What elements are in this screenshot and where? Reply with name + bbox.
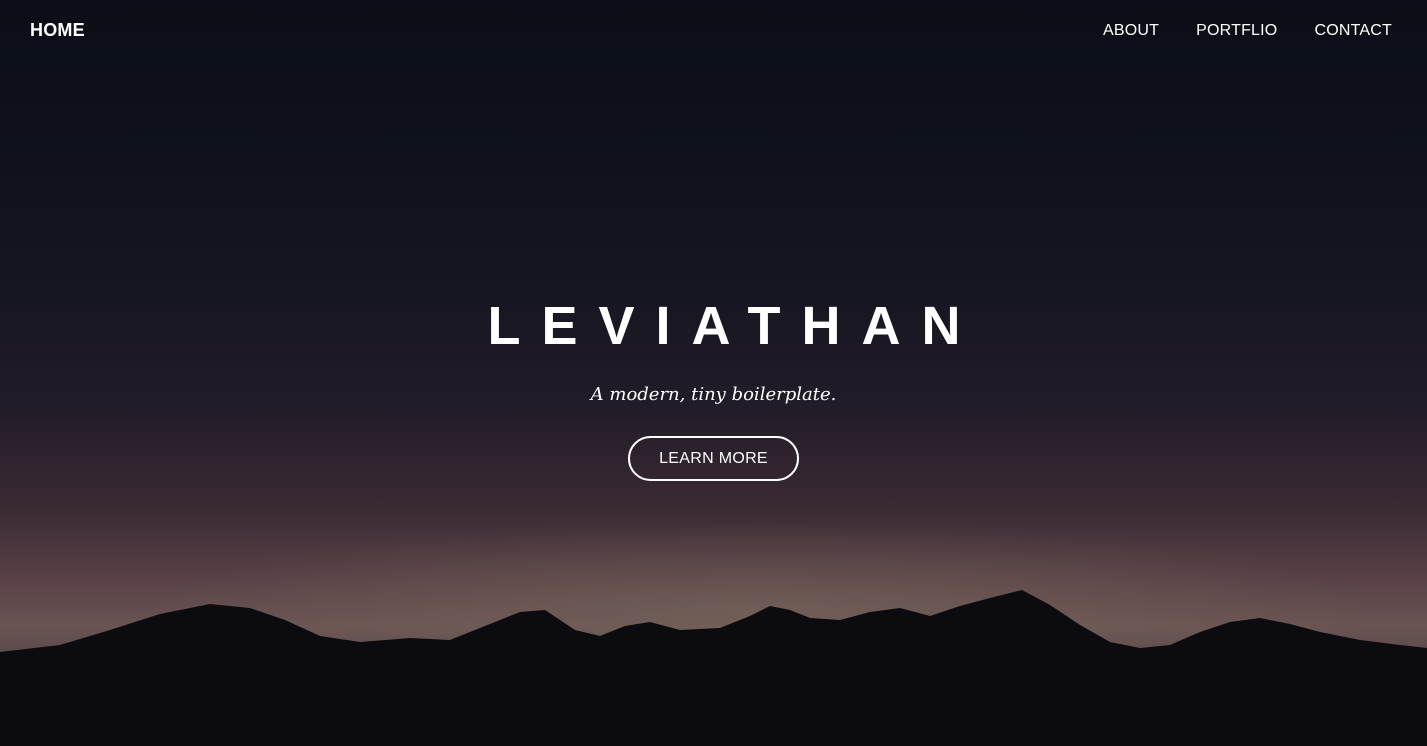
nav-home-link[interactable]: HOME xyxy=(30,20,85,41)
cta-container: LEARN MORE xyxy=(0,436,1427,481)
nav-link-contact[interactable]: CONTACT xyxy=(1314,22,1392,40)
top-navigation: HOME ABOUT PORTFLIO CONTACT xyxy=(0,0,1427,64)
mountain-silhouette-image xyxy=(0,520,1427,746)
hero-subtitle: A modern, tiny boilerplate. xyxy=(590,384,837,405)
nav-links: ABOUT PORTFLIO CONTACT xyxy=(1103,22,1392,40)
nav-link-about[interactable]: ABOUT xyxy=(1103,22,1159,40)
nav-link-portfolio[interactable]: PORTFLIO xyxy=(1196,22,1277,40)
hero-title: LEVIATHAN xyxy=(487,296,982,356)
learn-more-button[interactable]: LEARN MORE xyxy=(628,436,799,481)
hero-section: HOME ABOUT PORTFLIO CONTACT LEVIATHAN A … xyxy=(0,0,1427,746)
